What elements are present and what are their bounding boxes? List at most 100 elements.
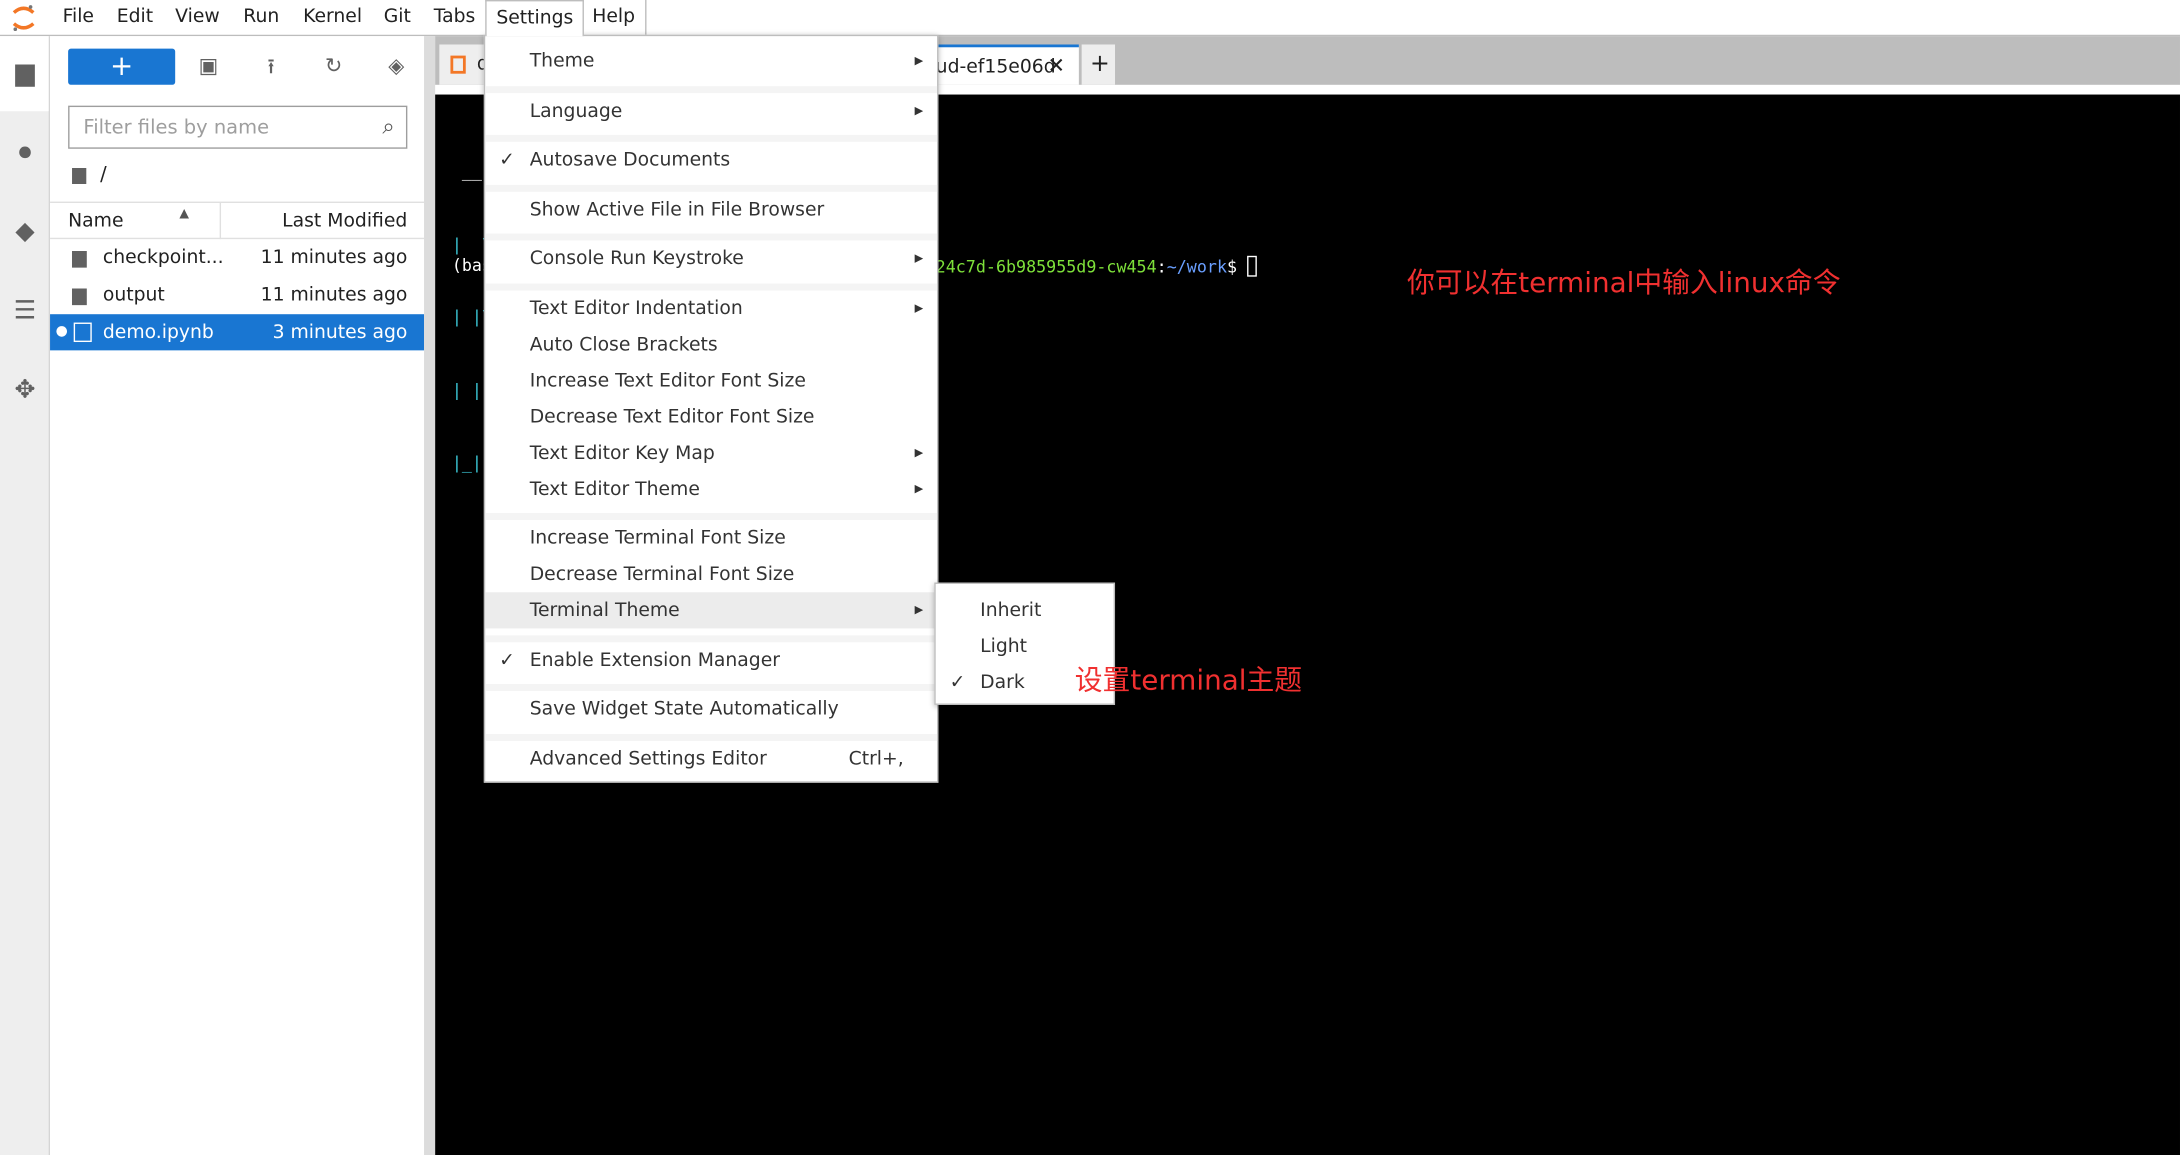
submenu-item-label: Dark bbox=[980, 671, 1025, 694]
menu-item-enable-extension-manager[interactable]: ✓ Enable Extension Manager bbox=[485, 642, 937, 678]
annotation-theme-note: 设置terminal主题 bbox=[1074, 663, 1303, 697]
new-launcher-button[interactable]: + bbox=[68, 48, 176, 85]
file-row[interactable]: ▆ output 11 minutes ago bbox=[50, 277, 424, 313]
menu-separator bbox=[485, 86, 938, 94]
file-modified: 3 minutes ago bbox=[272, 321, 408, 344]
menu-help[interactable]: Help bbox=[583, 0, 647, 35]
menu-item-label: Save Widget State Automatically bbox=[529, 697, 839, 721]
menu-item-increase-text-editor-font-size[interactable]: Increase Text Editor Font Size bbox=[485, 363, 937, 399]
menu-item-increase-terminal-font-size[interactable]: Increase Terminal Font Size bbox=[485, 520, 937, 556]
add-tab-button[interactable]: + bbox=[1081, 44, 1116, 85]
folder-icon[interactable]: ▆ bbox=[11, 59, 39, 88]
filter-placeholder: Filter files by name bbox=[83, 116, 270, 140]
menu-item-label: Language bbox=[529, 100, 623, 123]
filter-files-input[interactable]: Filter files by name ⌕ bbox=[68, 105, 408, 149]
breadcrumb-folder-icon[interactable]: ▆ bbox=[72, 164, 86, 185]
breadcrumb-path[interactable]: / bbox=[100, 164, 107, 186]
menu-item-console-run-keystroke[interactable]: Console Run Keystroke ▶ bbox=[485, 241, 937, 277]
prompt-path: ~/work bbox=[1166, 257, 1228, 277]
menu-separator bbox=[485, 684, 938, 691]
menu-item-text-editor-indentation[interactable]: Text Editor Indentation ▶ bbox=[485, 291, 937, 327]
jupyter-logo bbox=[11, 4, 36, 32]
file-row-selected[interactable]: ● demo.ipynb 3 minutes ago bbox=[50, 314, 425, 351]
menu-separator bbox=[485, 635, 938, 643]
column-last-modified[interactable]: Last Modified bbox=[282, 210, 407, 232]
submenu-arrow-icon: ▶ bbox=[914, 603, 924, 616]
menu-view[interactable]: View bbox=[165, 0, 229, 35]
menu-separator bbox=[485, 734, 938, 742]
git-clone-icon[interactable]: ◈ bbox=[382, 53, 410, 81]
submenu-arrow-icon: ▶ bbox=[914, 482, 924, 495]
menu-kernel[interactable]: Kernel bbox=[293, 0, 371, 35]
upload-icon[interactable]: ⭱ bbox=[257, 53, 285, 81]
shortcut-label: Ctrl+, bbox=[848, 747, 904, 771]
menu-separator bbox=[485, 184, 938, 192]
menu-item-label: Increase Terminal Font Size bbox=[529, 526, 786, 550]
menu-item-label: Text Editor Theme bbox=[529, 478, 700, 501]
menu-file[interactable]: File bbox=[53, 0, 104, 35]
menu-item-decrease-terminal-font-size[interactable]: Decrease Terminal Font Size bbox=[485, 556, 937, 592]
panel-splitter[interactable] bbox=[424, 36, 436, 1155]
menu-item-label: Advanced Settings Editor bbox=[529, 747, 767, 771]
menu-item-decrease-text-editor-font-size[interactable]: Decrease Text Editor Font Size bbox=[485, 399, 937, 435]
menu-git[interactable]: Git bbox=[374, 0, 421, 35]
menu-separator bbox=[485, 233, 938, 241]
menu-item-label: Decrease Terminal Font Size bbox=[529, 563, 795, 586]
menu-item-auto-close-brackets[interactable]: Auto Close Brackets bbox=[485, 327, 937, 363]
menu-tabs[interactable]: Tabs bbox=[424, 0, 485, 35]
column-divider[interactable] bbox=[219, 202, 222, 240]
menu-item-label: Autosave Documents bbox=[529, 148, 731, 172]
menu-item-label: Text Editor Indentation bbox=[529, 297, 743, 320]
submenu-item-label: Inherit bbox=[980, 599, 1042, 622]
menu-item-save-widget-state-automatically[interactable]: Save Widget State Automatically bbox=[485, 691, 937, 727]
file-row[interactable]: ▆ checkpoint... 11 minutes ago bbox=[50, 239, 424, 275]
annotation-terminal-note: 你可以在terminal中输入linux命令 bbox=[1406, 265, 1841, 299]
prompt-colon: : bbox=[1156, 257, 1167, 277]
check-icon: ✓ bbox=[499, 649, 515, 672]
menu-run[interactable]: Run bbox=[234, 0, 289, 35]
menu-item-text-editor-theme[interactable]: Text Editor Theme ▶ bbox=[485, 471, 937, 507]
running-dot-icon: ● bbox=[55, 323, 68, 340]
submenu-arrow-icon: ▶ bbox=[914, 104, 924, 117]
extension-icon[interactable]: ✥ bbox=[11, 376, 39, 405]
menu-item-label: Increase Text Editor Font Size bbox=[529, 369, 806, 393]
menu-edit[interactable]: Edit bbox=[107, 0, 163, 35]
folder-icon: ▆ bbox=[72, 283, 87, 306]
notebook-icon bbox=[73, 322, 92, 343]
git-icon[interactable]: ◆ bbox=[11, 218, 39, 246]
settings-menu: Theme ▶ Language ▶ ✓ Autosave Documents Show A… bbox=[483, 34, 939, 783]
menu-settings[interactable]: Settings bbox=[485, 0, 585, 37]
terminal-cursor bbox=[1247, 255, 1257, 277]
table-of-contents-icon[interactable]: ☰ bbox=[11, 297, 39, 326]
menu-item-language[interactable]: Language ▶ bbox=[485, 93, 937, 129]
prompt-host: 24c7d-6b985955d9-cw454 bbox=[935, 257, 1157, 277]
search-icon: ⌕ bbox=[382, 112, 395, 140]
submenu-arrow-icon: ▶ bbox=[914, 301, 924, 315]
menu-item-label: Enable Extension Manager bbox=[529, 649, 780, 672]
activity-bar: ▆ ⏺ ◆ ☰ ✥ bbox=[0, 36, 51, 1155]
new-folder-icon[interactable]: ▣ bbox=[195, 53, 223, 81]
menu-item-text-editor-key-map[interactable]: Text Editor Key Map ▶ bbox=[485, 435, 937, 471]
refresh-icon[interactable]: ↻ bbox=[320, 53, 348, 81]
check-icon: ✓ bbox=[499, 148, 515, 172]
menu-item-theme[interactable]: Theme ▶ bbox=[485, 43, 937, 79]
menu-item-label: Decrease Text Editor Font Size bbox=[529, 405, 815, 429]
menu-separator bbox=[485, 283, 938, 291]
folder-icon: ▆ bbox=[72, 246, 87, 269]
file-name: demo.ipynb bbox=[102, 321, 214, 344]
menu-item-terminal-theme[interactable]: Terminal Theme ▶ bbox=[485, 592, 938, 629]
submenu-arrow-icon: ▶ bbox=[914, 446, 924, 459]
menu-item-autosave-documents[interactable]: ✓ Autosave Documents bbox=[485, 142, 937, 178]
menu-item-advanced-settings-editor[interactable]: Advanced Settings Editor Ctrl+, bbox=[485, 741, 937, 777]
file-name: output bbox=[102, 283, 165, 306]
menu-separator bbox=[485, 513, 938, 520]
notebook-icon bbox=[450, 55, 466, 74]
running-sessions-icon[interactable]: ⏺ bbox=[11, 138, 39, 167]
close-icon[interactable]: ✕ bbox=[1047, 46, 1064, 86]
sort-ascending-icon: ▲ bbox=[179, 207, 189, 222]
menu-bar: File Edit View Run Kernel Git Tabs Setti… bbox=[0, 0, 2180, 37]
menu-item-label: Show Active File in File Browser bbox=[529, 198, 825, 222]
menu-item-show-active-file-in-file-browser[interactable]: Show Active File in File Browser bbox=[485, 192, 937, 228]
column-name[interactable]: Name bbox=[68, 210, 123, 232]
submenu-item-inherit[interactable]: Inherit bbox=[936, 592, 1114, 628]
